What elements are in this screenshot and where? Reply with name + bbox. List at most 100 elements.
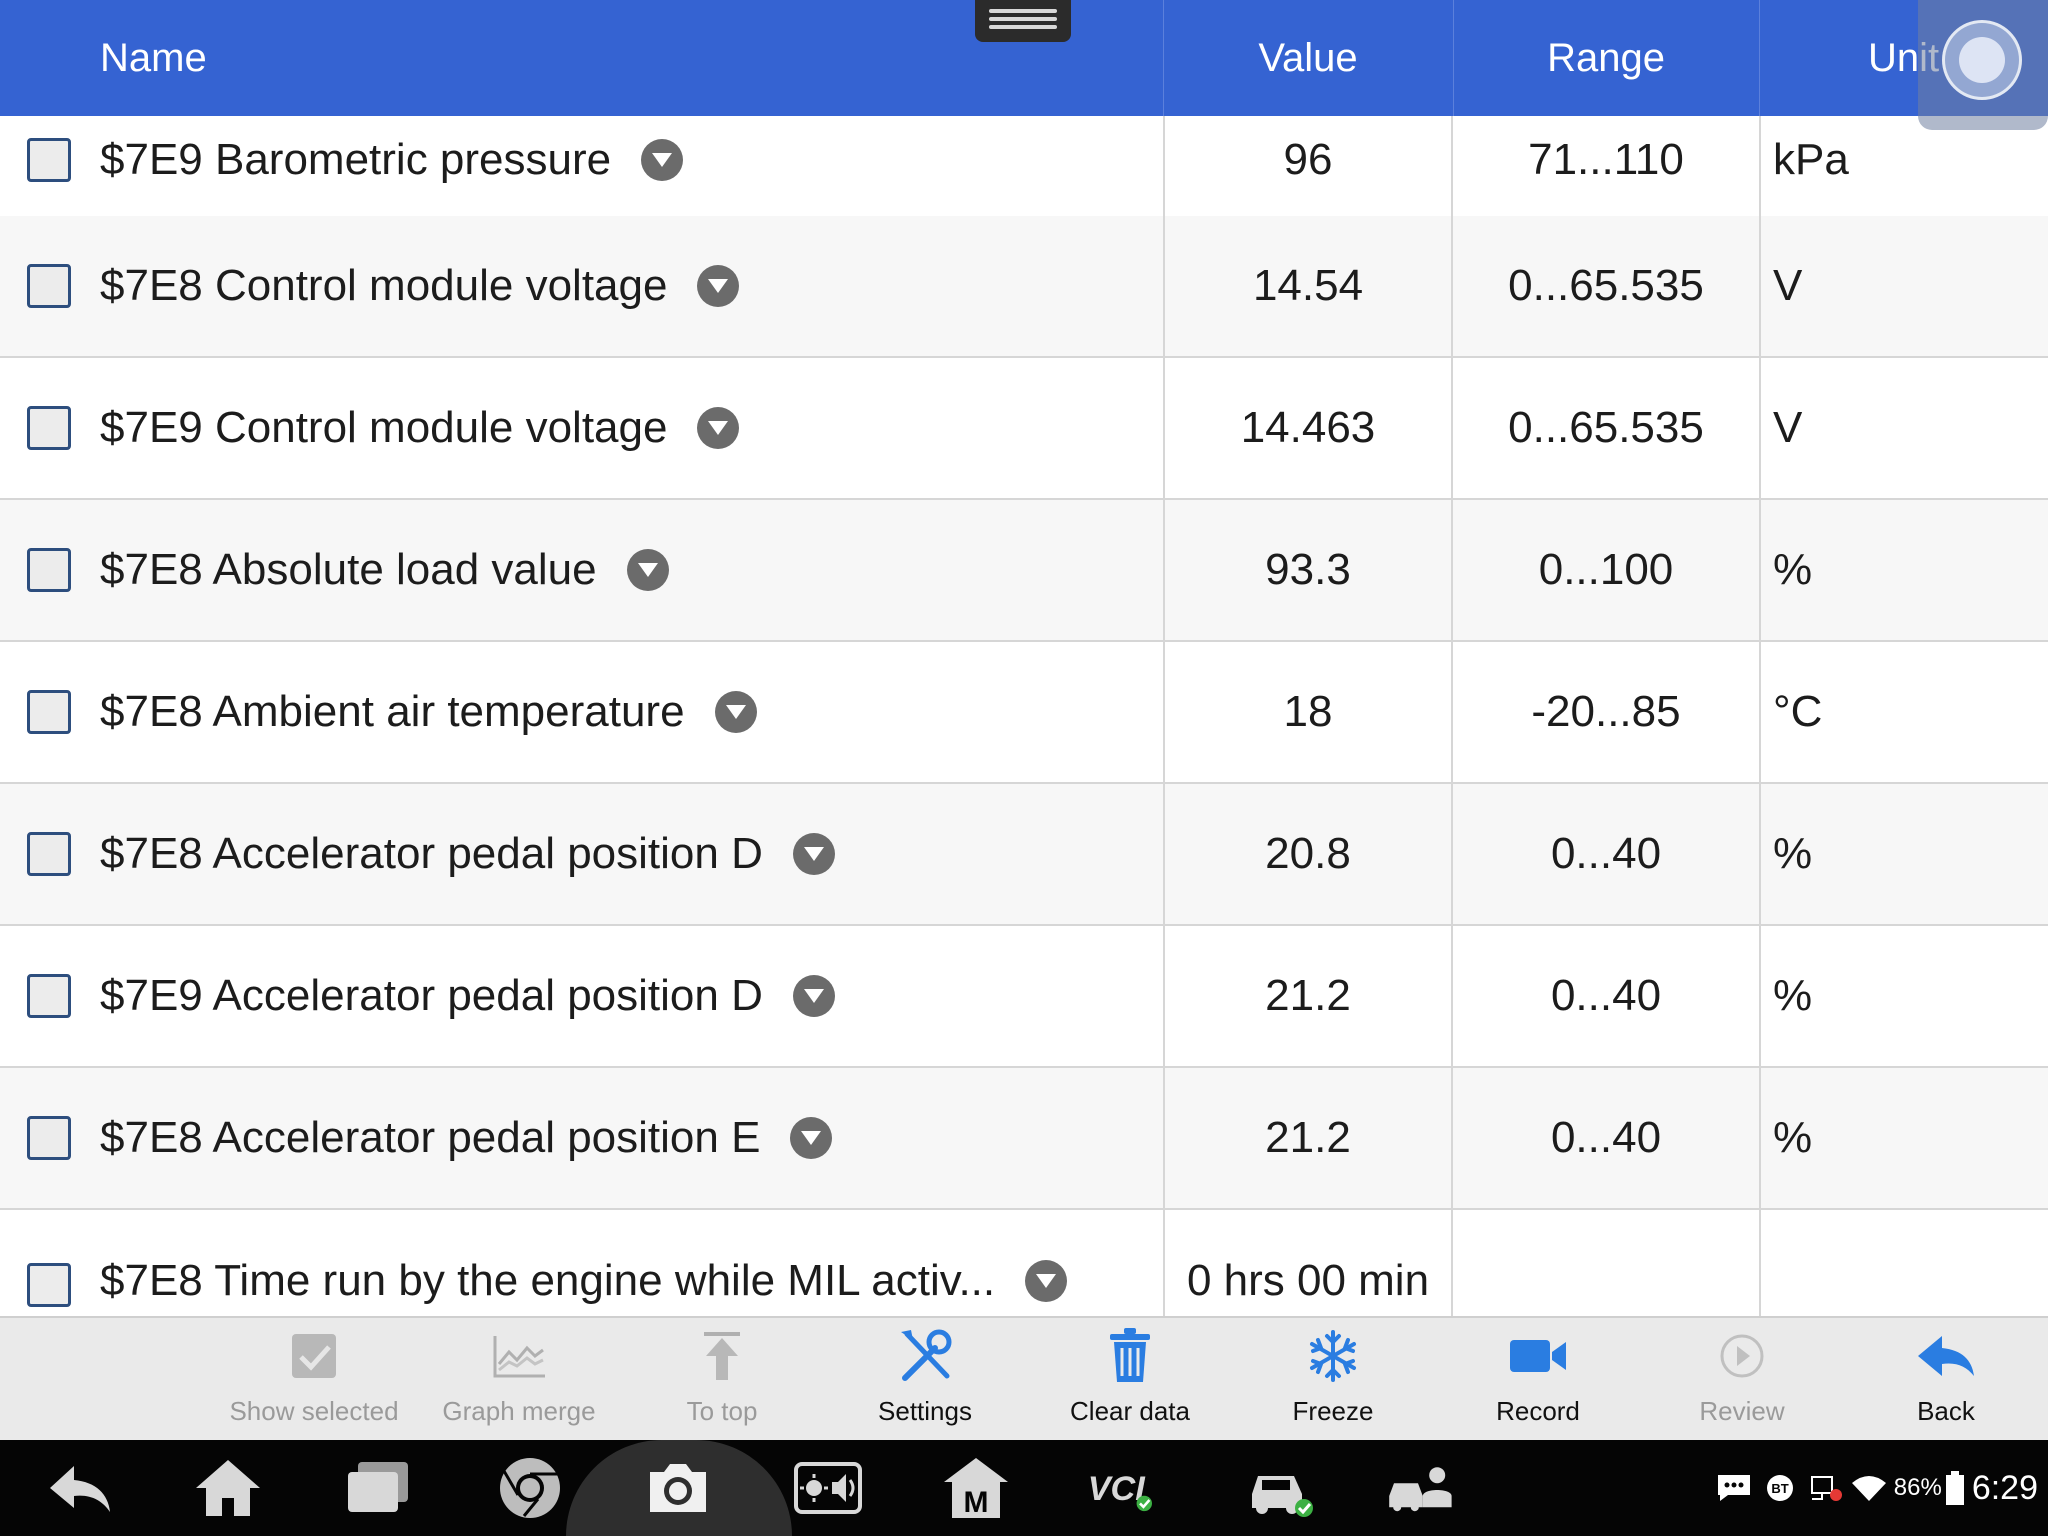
parameter-value: 0 hrs 00 min [1186,1256,1430,1305]
settings-button[interactable]: Settings [825,1318,1025,1442]
floating-assist-button[interactable] [1918,0,2048,130]
dropdown-arrow-icon[interactable] [790,1117,833,1159]
brightness-volume-icon[interactable] [792,1454,864,1522]
parameter-value: 14.463 [1240,403,1376,452]
column-header-value: Value [1258,36,1358,80]
dropdown-arrow-icon[interactable] [792,975,835,1017]
parameter-name: $7E8 Control module voltage [100,216,740,356]
parameter-unit: % [1773,1113,1813,1162]
bottom-toolbar: Show selected Graph merge To top Setting… [0,1316,2048,1440]
review-button[interactable]: Review [1642,1318,1842,1442]
show-selected-button[interactable]: Show selected [214,1318,414,1442]
remote-expert-icon[interactable] [1386,1454,1458,1522]
parameter-unit: % [1773,971,1813,1020]
parameter-unit: % [1773,829,1813,878]
row-checkbox[interactable] [27,406,71,450]
header-divider [1759,0,1760,116]
column-divider [1759,116,1761,1316]
graph-merge-button[interactable]: Graph merge [419,1318,619,1442]
camera-icon[interactable] [642,1454,714,1522]
parameter-range: 0...40 [1550,829,1662,878]
vci-icon[interactable]: VCI [1086,1454,1158,1522]
row-checkbox[interactable] [27,1116,71,1160]
play-circle-icon [1720,1334,1764,1378]
column-divider [1451,116,1453,1316]
snowflake-icon [1310,1330,1356,1382]
svg-text:BT: BT [1771,1481,1788,1496]
column-header-range: Range [1547,36,1665,80]
parameter-range: 0...100 [1538,545,1674,594]
video-camera-icon [1510,1340,1566,1372]
back-button[interactable]: Back [1846,1318,2046,1442]
back-arrow-icon [1918,1336,1974,1376]
dropdown-arrow-icon[interactable] [641,139,684,181]
dropdown-arrow-icon[interactable] [714,691,757,733]
parameter-value: 21.2 [1265,1113,1351,1162]
parameter-unit: % [1773,545,1813,594]
data-stream-table[interactable]: $7E9 Barometric pressure 96 71...110 kPa… [0,116,2048,1316]
parameter-value: 18 [1283,687,1333,736]
parameter-value: 93.3 [1265,545,1351,594]
table-row[interactable]: $7E8 Control module voltage 14.54 0...65… [0,216,2048,358]
table-row[interactable]: $7E8 Time run by the engine while MIL ac… [0,1210,2048,1316]
parameter-value: 14.54 [1252,261,1364,310]
dropdown-arrow-icon[interactable] [792,833,835,875]
network-error-icon [1810,1476,1842,1501]
chat-icon [1717,1475,1750,1501]
battery-icon [1945,1471,1964,1505]
status-area: BT 86% 6:29 [1716,1440,2038,1536]
parameter-range: -20...85 [1531,687,1681,736]
dropdown-arrow-icon[interactable] [626,549,669,591]
parameter-name: $7E8 Absolute load value [100,500,669,640]
dropdown-arrow-icon[interactable] [697,407,740,449]
table-row[interactable]: $7E8 Accelerator pedal position D 20.8 0… [0,784,2048,926]
maxifix-icon[interactable]: M [940,1454,1012,1522]
table-row[interactable]: $7E8 Ambient air temperature 18 -20...85… [0,642,2048,784]
system-navigation-bar: M VCI BT 86% 6:29 [0,1440,2048,1536]
to-top-button[interactable]: To top [622,1318,822,1442]
clear-data-button[interactable]: Clear data [1030,1318,1230,1442]
table-row[interactable]: $7E8 Accelerator pedal position E 21.2 0… [0,1068,2048,1210]
dropdown-arrow-icon[interactable] [697,265,740,307]
row-checkbox[interactable] [27,138,71,182]
table-row[interactable]: $7E9 Control module voltage 14.463 0...6… [0,358,2048,500]
dropdown-arrow-icon[interactable] [1025,1260,1068,1302]
record-button[interactable]: Record [1438,1318,1638,1442]
parameter-range: 71...110 [1528,135,1684,184]
parameter-name: $7E8 Accelerator pedal position E [100,1068,833,1208]
freeze-button[interactable]: Freeze [1233,1318,1433,1442]
back-nav-icon[interactable] [44,1454,116,1522]
parameter-name: $7E9 Accelerator pedal position D [100,926,835,1066]
battery-percent: 86% [1893,1474,1942,1501]
parameter-unit: V [1773,261,1803,310]
parameter-name: $7E9 Barometric pressure [100,116,684,230]
svg-text:M: M [964,1486,989,1519]
table-row[interactable]: $7E9 Accelerator pedal position D 21.2 0… [0,926,2048,1068]
row-checkbox[interactable] [27,832,71,876]
row-checkbox[interactable] [27,690,71,734]
arrow-up-icon [704,1332,740,1380]
column-header-name: Name [100,36,207,80]
parameter-name: $7E8 Ambient air temperature [100,642,757,782]
assist-circle-icon [1942,20,2022,100]
parameter-unit: V [1773,403,1803,452]
car-check-icon[interactable] [1244,1454,1316,1522]
parameter-range: 0...40 [1550,971,1662,1020]
chrome-icon[interactable] [494,1454,566,1522]
home-icon[interactable] [192,1454,264,1522]
tools-icon [901,1329,952,1381]
drag-handle[interactable] [975,0,1071,42]
row-checkbox[interactable] [27,548,71,592]
parameter-range: 0...65.535 [1508,261,1704,310]
checkbox-icon [292,1334,336,1378]
row-checkbox[interactable] [27,1263,71,1307]
row-checkbox[interactable] [27,974,71,1018]
recent-apps-icon[interactable] [342,1454,414,1522]
table-row[interactable]: $7E8 Absolute load value 93.3 0...100 % [0,500,2048,642]
bt-badge-icon: BT [1766,1475,1793,1501]
row-checkbox[interactable] [27,264,71,308]
parameter-range: 0...65.535 [1508,403,1704,452]
parameter-unit: kPa [1773,135,1849,184]
trash-icon [1110,1328,1150,1382]
table-row[interactable]: $7E9 Barometric pressure 96 71...110 kPa [0,116,2048,232]
